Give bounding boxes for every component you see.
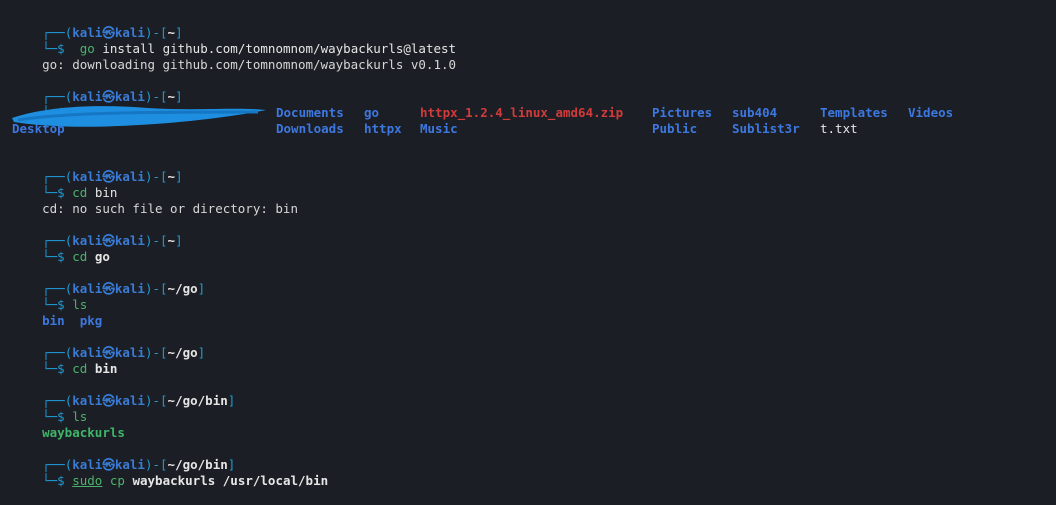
prompt-line-6: ┌──(kali㉿kali)-[~/go] [42,345,206,360]
dir-documents: Documents [276,105,344,120]
file-t-txt: t.txt [820,121,858,136]
prompt-line-1: ┌──(kali㉿kali)-[~] [42,25,183,40]
dir-pictures: Pictures [652,105,713,120]
command-line-1[interactable]: └─$ go install github.com/tomnomnom/wayb… [12,25,456,56]
prompt-line-4: ┌──(kali㉿kali)-[~] [42,233,183,248]
dir-music: Music [420,121,458,136]
prompt-line-2: ┌──(kali㉿kali)-[~] [42,89,183,104]
dir-httpx: httpx [364,121,402,136]
command-line-8[interactable]: └─$ sudo cp waybackurls /usr/local/bin [12,457,328,488]
dir-go: go [364,105,380,120]
ls-go-output: bin pkg [12,297,102,328]
dir-pkg: pkg [79,313,103,328]
prompt-line-7: ┌──(kali㉿kali)-[~/go/bin] [42,393,236,408]
file-waybackurls: waybackurls [42,425,125,440]
command-line-5[interactable]: └─$ ls [12,281,87,312]
dir-bin: bin [42,313,65,328]
ls-bin-output: waybackurls [12,409,125,440]
prompt-line-8: ┌──(kali㉿kali)-[~/go/bin] [42,457,236,472]
command-line-3[interactable]: └─$ cd bin [12,169,117,200]
kali-skull-icon: ㉿ [102,281,115,296]
background-ghost-text [140,0,820,488]
redaction-scribble [12,106,266,127]
kali-skull-icon: ㉿ [102,393,115,408]
command-line-7[interactable]: └─$ ls [12,393,87,424]
error-output-line: cd: no such file or directory: bin [42,201,298,216]
command-line-6[interactable]: └─$ cd bin [12,345,117,376]
dir-sub404: sub404 [732,105,778,120]
dir-downloads: Downloads [276,121,344,136]
terminal-window[interactable]: ┌──(kali㉿kali)-[~] └─$ go install github… [0,0,1056,488]
dir-templates: Templates [820,105,888,120]
dir-videos: Videos [908,105,954,120]
prompt-line-5: ┌──(kali㉿kali)-[~/go] [42,281,206,296]
file-httpx-zip: httpx_1.2.4_linux_amd64.zip [420,105,624,120]
dir-sublist3r: Sublist3r [732,121,800,136]
output-line-1: go: downloading github.com/tomnomnom/way… [42,57,457,72]
prompt-line-3: ┌──(kali㉿kali)-[~] [42,169,183,184]
dir-public: Public [652,121,698,136]
command-line-4[interactable]: └─$ cd go [12,233,110,264]
